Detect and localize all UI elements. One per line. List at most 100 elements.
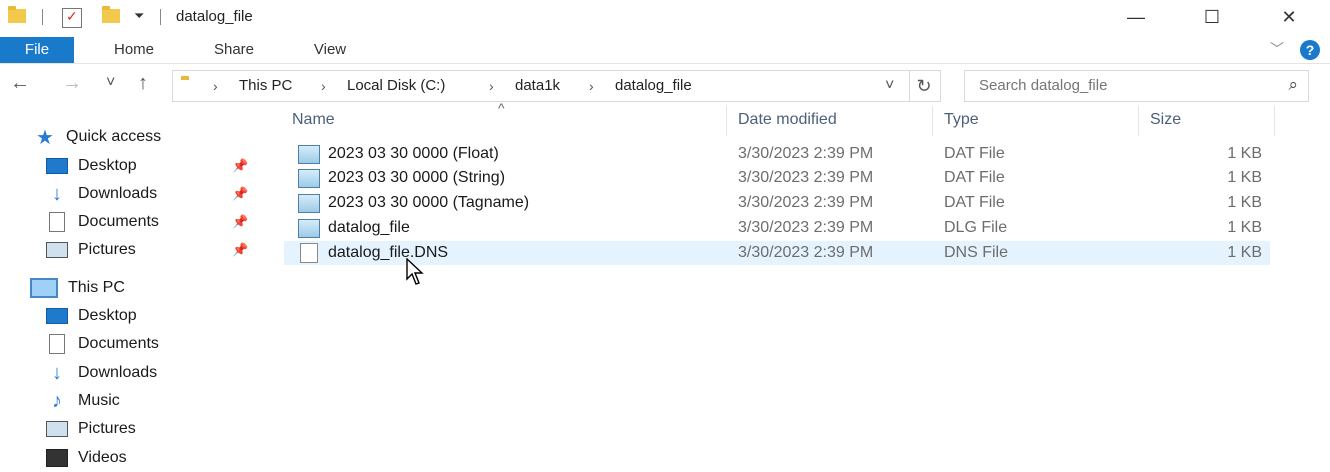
pictures-icon [46, 241, 68, 259]
file-date: 3/30/2023 2:39 PM [738, 169, 874, 186]
navigation-bar: ← → ˅ ↑ › This PC › Local Disk (C:) › da… [0, 64, 1330, 104]
dat-file-icon [298, 169, 320, 188]
sidebar-item-downloads[interactable]: ↓ Downloads [46, 361, 157, 385]
up-icon[interactable]: ↑ [138, 72, 148, 95]
file-size: 1 KB [1227, 244, 1262, 261]
help-icon[interactable]: ? [1300, 40, 1320, 60]
forward-icon[interactable]: → [62, 72, 82, 95]
sidebar-item-pictures[interactable]: Pictures [46, 238, 136, 262]
column-header-name[interactable]: Name [292, 104, 335, 136]
sidebar-item-label: Desktop [78, 307, 137, 324]
properties-icon[interactable] [62, 8, 82, 28]
sidebar-item-quick-access[interactable]: ★ Quick access [34, 125, 161, 149]
sidebar-item-desktop[interactable]: Desktop [46, 154, 137, 178]
sidebar-item-videos[interactable]: Videos [46, 446, 127, 470]
documents-icon [46, 212, 68, 232]
column-header-size[interactable]: Size [1150, 104, 1181, 136]
sidebar-item-pictures[interactable]: Pictures [46, 417, 136, 441]
computer-icon [30, 278, 58, 298]
tab-view[interactable]: View [294, 37, 366, 63]
file-type: DAT File [944, 145, 1005, 162]
breadcrumb-this-pc[interactable]: This PC [239, 71, 292, 101]
maximize-button[interactable]: ☐ [1189, 0, 1235, 34]
column-divider[interactable] [1138, 106, 1139, 136]
file-row[interactable]: datalog_file 3/30/2023 2:39 PM DLG File … [284, 216, 1270, 240]
sidebar-item-this-pc[interactable]: This PC [30, 276, 125, 300]
file-row[interactable]: 2023 03 30 0000 (Tagname) 3/30/2023 2:39… [284, 191, 1270, 215]
title-bar: ⏷ datalog_file — ☐ ✕ [0, 0, 1330, 36]
file-name: 2023 03 30 0000 (String) [328, 169, 506, 186]
sidebar-item-label: Videos [78, 449, 127, 466]
minimize-button[interactable]: — [1113, 0, 1159, 34]
sidebar-item-label: Quick access [66, 128, 162, 145]
breadcrumb-data1k[interactable]: data1k [515, 71, 560, 101]
documents-icon [46, 334, 68, 354]
column-divider[interactable] [726, 106, 727, 136]
breadcrumb-separator[interactable]: › [589, 71, 594, 101]
column-header-type[interactable]: Type [944, 104, 979, 136]
sidebar-item-label: Music [78, 392, 120, 409]
sidebar-item-label: Documents [78, 213, 159, 230]
file-row[interactable]: 2023 03 30 0000 (String) 3/30/2023 2:39 … [284, 166, 1270, 190]
pin-icon[interactable]: 📌 [232, 158, 248, 174]
customize-toolbar-icon[interactable]: ⏷ [134, 8, 144, 24]
sidebar-item-label: Downloads [78, 185, 158, 202]
downloads-icon: ↓ [52, 361, 62, 384]
tab-file[interactable]: File [0, 37, 74, 63]
file-size: 1 KB [1227, 194, 1262, 211]
address-bar[interactable]: › This PC › Local Disk (C:) › data1k › d… [172, 70, 910, 102]
sidebar-item-label: Pictures [78, 241, 136, 258]
new-folder-icon[interactable] [102, 6, 120, 23]
close-button[interactable]: ✕ [1266, 0, 1312, 34]
breadcrumb-separator[interactable]: › [489, 71, 494, 101]
refresh-icon[interactable]: ↻ [908, 70, 941, 102]
sidebar-item-label: Pictures [78, 420, 136, 437]
blank-file-icon [300, 243, 318, 263]
dat-file-icon [298, 145, 320, 164]
collapse-ribbon-icon[interactable]: ﹀ [1270, 39, 1284, 59]
address-dropdown-icon[interactable]: ˅ [885, 71, 894, 101]
back-icon[interactable]: ← [10, 72, 30, 95]
column-divider[interactable] [932, 106, 933, 136]
sidebar-item-music[interactable]: ♪ Music [46, 389, 120, 413]
navigation-pane: ★ Quick access Desktop 📌 ↓ Downloads 📌 D… [0, 104, 270, 472]
search-input[interactable] [979, 71, 1259, 101]
sidebar-item-label: Downloads [78, 364, 158, 381]
sidebar-item-label: Desktop [78, 157, 137, 174]
column-divider[interactable] [1274, 106, 1275, 136]
file-size: 1 KB [1227, 219, 1262, 236]
sort-ascending-icon: ^ [498, 100, 505, 116]
file-size: 1 KB [1227, 145, 1262, 162]
pin-icon[interactable]: 📌 [232, 186, 248, 202]
search-box[interactable]: ⌕ [964, 70, 1309, 102]
file-date: 3/30/2023 2:39 PM [738, 194, 874, 211]
file-date: 3/30/2023 2:39 PM [738, 145, 874, 162]
breadcrumb-datalog-file[interactable]: datalog_file [615, 71, 692, 101]
pin-icon[interactable]: 📌 [232, 242, 248, 258]
star-icon: ★ [36, 126, 54, 149]
mouse-cursor-icon [406, 258, 424, 285]
recent-locations-icon[interactable]: ˅ [106, 74, 115, 92]
file-row[interactable]: 2023 03 30 0000 (Float) 3/30/2023 2:39 P… [284, 142, 1270, 166]
desktop-icon [46, 307, 68, 325]
search-icon[interactable]: ⌕ [1288, 75, 1298, 95]
column-header-date-modified[interactable]: Date modified [738, 104, 837, 136]
folder-icon [8, 6, 26, 23]
sidebar-item-documents[interactable]: Documents [46, 332, 159, 356]
breadcrumb-separator[interactable]: › [213, 71, 218, 101]
file-name: datalog_file.DNS [328, 244, 449, 261]
sidebar-item-desktop[interactable]: Desktop [46, 304, 137, 328]
sidebar-item-downloads[interactable]: ↓ Downloads [46, 182, 157, 206]
tab-share[interactable]: Share [196, 37, 272, 63]
dat-file-icon [298, 194, 320, 213]
file-list: ^ Name Date modified Type Size 2023 03 3… [284, 100, 1330, 472]
tab-home[interactable]: Home [96, 37, 172, 63]
file-type: DAT File [944, 169, 1005, 186]
sidebar-item-documents[interactable]: Documents [46, 210, 159, 234]
file-row[interactable]: datalog_file.DNS 3/30/2023 2:39 PM DNS F… [284, 241, 1270, 265]
breadcrumb-separator[interactable]: › [321, 71, 326, 101]
file-type: DNS File [944, 244, 1009, 261]
breadcrumb-local-disk[interactable]: Local Disk (C:) [347, 71, 445, 101]
pin-icon[interactable]: 📌 [232, 214, 248, 230]
pictures-icon [46, 420, 68, 438]
